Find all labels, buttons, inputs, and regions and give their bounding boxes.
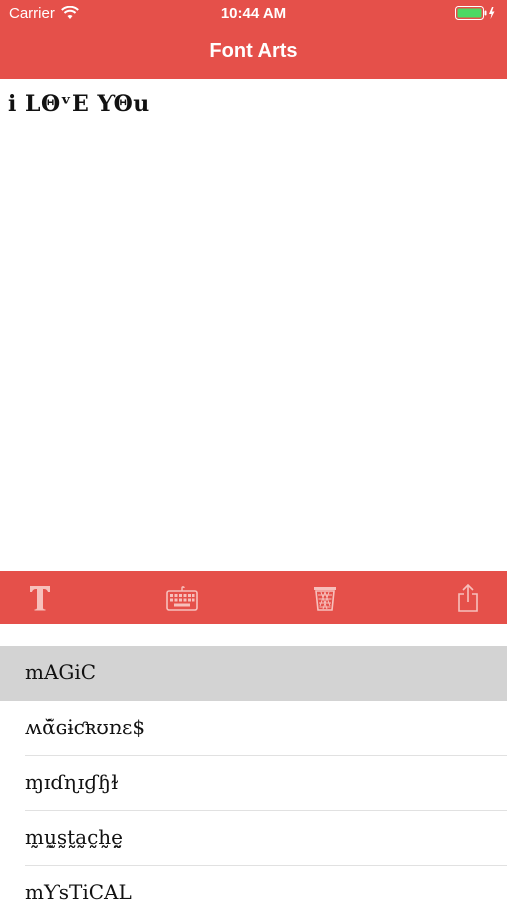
text-editor[interactable]: i LΘᵛE ƳΘu: [0, 79, 507, 571]
navigation-bar: Font Arts: [0, 28, 507, 79]
text-format-button[interactable]: [24, 582, 56, 614]
bottom-toolbar: [0, 571, 507, 624]
font-list-item[interactable]: mAGiC: [0, 646, 507, 701]
battery-icon: [455, 6, 495, 20]
status-time: 10:44 AM: [220, 5, 287, 22]
text-format-icon: [30, 586, 50, 611]
keyboard-button[interactable]: [166, 582, 198, 614]
keyboard-icon: [166, 586, 198, 611]
clear-button[interactable]: [309, 582, 341, 614]
font-list-item-label: ʍᾰ̃ɢɨƈʀʊռɛ$: [25, 715, 146, 739]
status-bar: Carrier 10:44 AM: [0, 0, 507, 28]
page-title: Font Arts: [209, 40, 298, 62]
editor-text[interactable]: i LΘᵛE ƳΘu: [8, 91, 150, 117]
trash-icon: [314, 587, 336, 611]
font-list-item-label: m̰̰ṵ̰s̰̰t̰̰a̰̰c̰̰h̰̰ḛ̰: [25, 825, 123, 849]
font-list-item-label: ɱɪɗɳɪɠɧɫ: [25, 770, 119, 794]
font-list-item[interactable]: ʍᾰ̃ɢɨƈʀʊռɛ$: [0, 701, 507, 756]
font-list-item[interactable]: m̰̰ṵ̰s̰̰t̰̰a̰̰c̰̰h̰̰ḛ̰: [0, 811, 507, 866]
font-list-item-label: mƳsTiCAL: [25, 880, 132, 900]
font-list-item-label: mAGiC: [25, 660, 97, 684]
share-icon: [458, 583, 478, 612]
font-list-item[interactable]: mƳsTiCAL: [0, 866, 507, 900]
font-list-item[interactable]: ɱɪɗɳɪɠɧɫ: [0, 756, 507, 811]
share-button[interactable]: [452, 582, 484, 614]
